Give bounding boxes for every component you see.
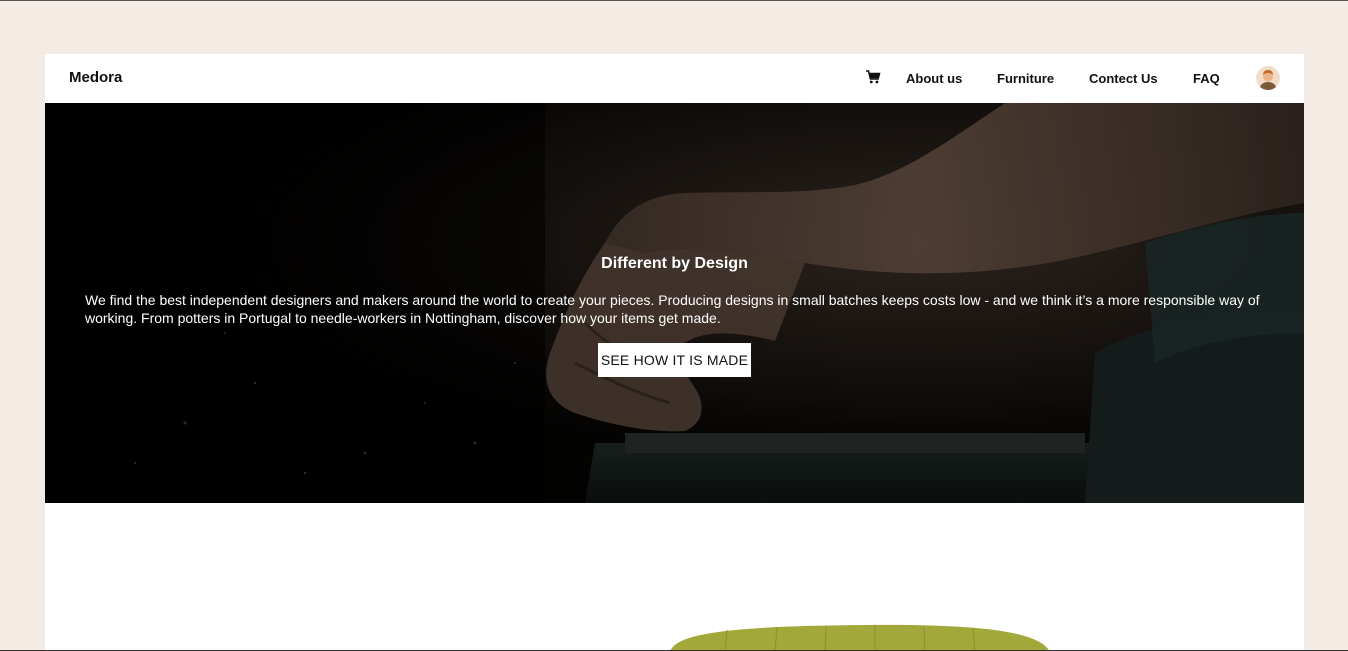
see-how-it-is-made-button[interactable]: SEE HOW IT IS MADE <box>598 343 751 377</box>
product-image-ottoman <box>665 622 1065 651</box>
hero-title: Different by Design <box>601 255 748 272</box>
brand-logo[interactable]: Medora <box>69 69 122 86</box>
page-card: Medora About us Furniture Contect Us FAQ <box>45 54 1304 651</box>
top-border <box>0 0 1348 1</box>
hero-description: We find the best independent designers a… <box>85 292 1260 326</box>
nav-link-faq[interactable]: FAQ <box>1193 71 1220 86</box>
hero-banner: Different by Design We find the best ind… <box>45 103 1304 503</box>
nav-link-contact-us[interactable]: Contect Us <box>1089 71 1158 86</box>
shopping-cart-icon[interactable] <box>865 69 881 85</box>
nav-link-furniture[interactable]: Furniture <box>997 71 1054 86</box>
user-avatar-icon[interactable] <box>1256 66 1280 90</box>
navbar: Medora About us Furniture Contect Us FAQ <box>45 54 1304 103</box>
nav-link-about-us[interactable]: About us <box>906 71 962 86</box>
